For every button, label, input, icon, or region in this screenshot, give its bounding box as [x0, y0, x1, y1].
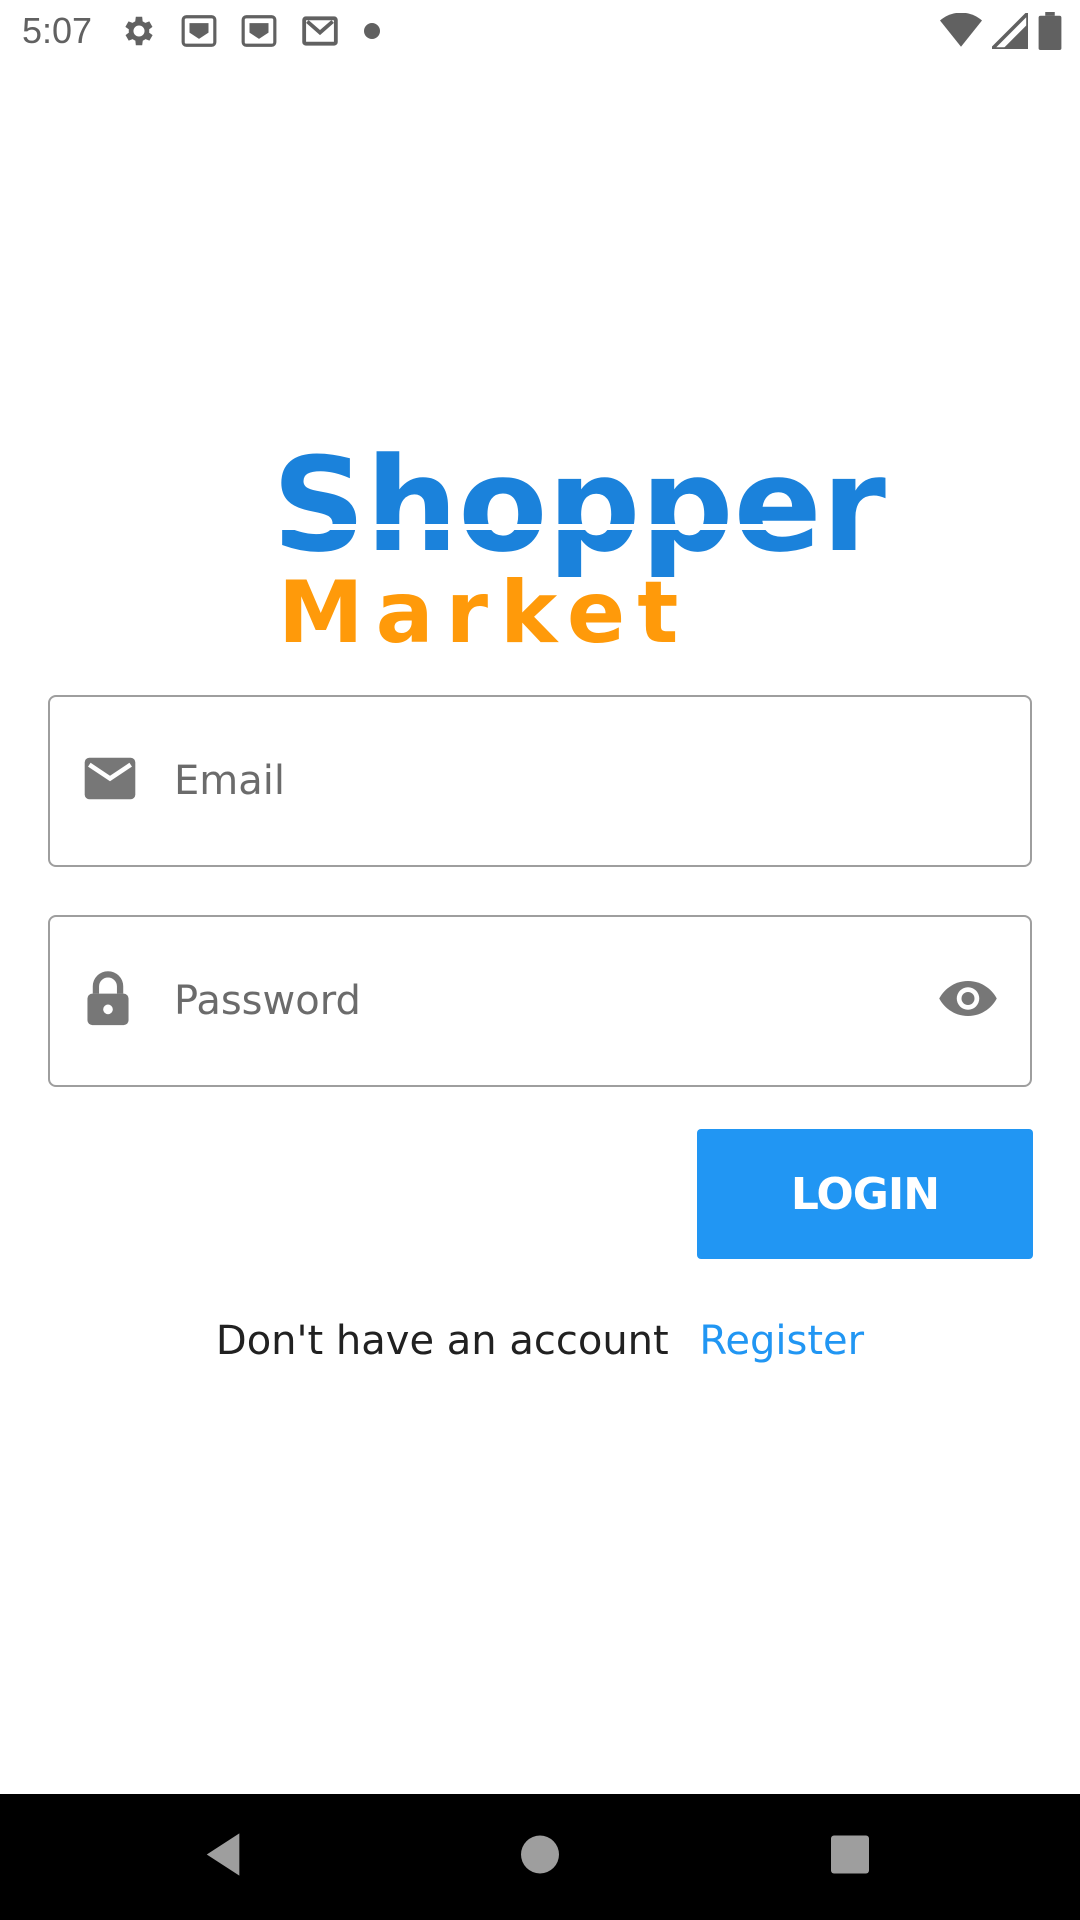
settings-icon — [120, 12, 158, 50]
login-screen: 5:07 Shopper Market Email LOGIN Don't ha… — [0, 0, 1080, 1920]
home-icon[interactable] — [520, 1835, 560, 1880]
logo-shopper-text: Shopper — [272, 429, 886, 581]
mail-icon — [82, 756, 138, 807]
logo-market-text: Market — [278, 563, 691, 663]
status-bar: 5:07 — [0, 0, 1080, 63]
lock-icon — [82, 970, 134, 1033]
battery-icon — [1038, 12, 1062, 55]
status-time: 5:07 — [22, 10, 93, 51]
login-button[interactable]: LOGIN — [697, 1129, 1033, 1259]
navigation-bar — [0, 1794, 1080, 1920]
register-row: Don't have an account Register — [0, 1318, 1080, 1364]
email-field[interactable] — [48, 695, 1032, 867]
signal-icon — [987, 8, 1030, 54]
notification-icon — [240, 12, 278, 50]
status-right-icons — [940, 8, 1062, 55]
logo-strike-line — [278, 524, 798, 530]
password-field[interactable] — [48, 915, 1032, 1087]
gmail-icon — [300, 12, 340, 50]
email-input[interactable] — [174, 697, 934, 865]
eye-icon[interactable] — [938, 979, 998, 1024]
register-prompt: Don't have an account — [215, 1318, 669, 1364]
back-icon[interactable] — [204, 1832, 244, 1883]
password-input[interactable] — [174, 917, 934, 1085]
dot-icon — [362, 21, 382, 41]
notification-icon — [180, 12, 218, 50]
status-left-icons — [120, 12, 382, 50]
recents-icon[interactable] — [830, 1835, 870, 1880]
wifi-icon — [940, 12, 982, 54]
register-link[interactable]: Register — [699, 1318, 864, 1364]
app-logo: Shopper Market — [272, 440, 886, 656]
